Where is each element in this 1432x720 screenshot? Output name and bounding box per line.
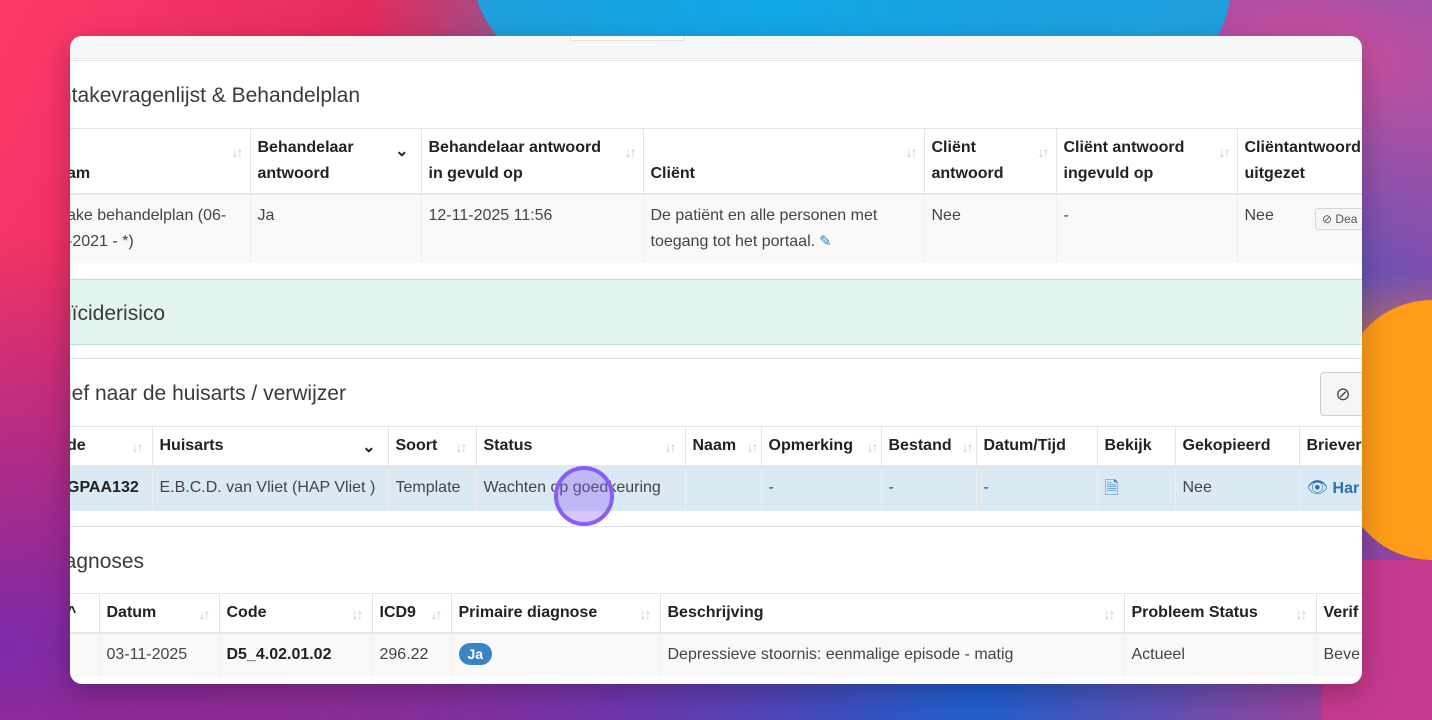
- sort-icon[interactable]: ↓↑: [665, 434, 677, 460]
- cell-client: De patiënt en alle personen met toegang t…: [643, 194, 925, 263]
- brief-title: rief naar de huisarts / verwijzer: [70, 382, 346, 405]
- cell-datum: 03-11-2025: [99, 633, 220, 676]
- cell-toggle: [70, 633, 100, 676]
- top-bar: [70, 36, 1362, 59]
- table-row[interactable]: ake behandelplan (06- -2021 - *) Ja 12-11…: [70, 194, 1362, 263]
- col-beschrijving[interactable]: Beschrijving ↓↑: [660, 593, 1125, 634]
- sort-icon[interactable]: ↓↑: [1104, 601, 1116, 627]
- col-icd9[interactable]: ICD9 ↓↑: [372, 593, 452, 634]
- cell-client-antwoord: Nee: [924, 194, 1057, 263]
- sort-icon[interactable]: ↓↑: [132, 434, 144, 460]
- col-soort[interactable]: Soort ↓↑: [388, 426, 477, 467]
- document-icon[interactable]: 🗎: [1105, 478, 1119, 498]
- col-huisarts[interactable]: Huisarts ⌄: [152, 426, 389, 467]
- diagnoses-title: iagnoses: [70, 550, 145, 573]
- brieven-link[interactable]: Har: [1333, 480, 1360, 497]
- cell-code: D5_4.02.01.02: [219, 633, 373, 676]
- cell-icd9: 296.22: [372, 633, 452, 676]
- block-icon: ⊘: [1335, 384, 1351, 404]
- col-verificatie[interactable]: Verif: [1316, 593, 1362, 634]
- chevron-down-icon[interactable]: ⌄: [395, 139, 408, 165]
- sort-icon[interactable]: ↓↑: [747, 434, 759, 460]
- primary-badge: Ja: [458, 643, 493, 665]
- eye-icon[interactable]: 👁: [1307, 478, 1329, 497]
- app-window: ntakevragenlijst & Behandelplan am↓↑ Beh…: [70, 36, 1362, 684]
- col-probleem-status[interactable]: Probleem Status ↓↑: [1124, 593, 1317, 634]
- cell-client-ingevuld: -: [1056, 194, 1238, 263]
- cell-ingevuld-op: 12-11-2025 11:56: [421, 194, 644, 263]
- table-row[interactable]: GPAA132 E.B.C.D. van Vliet (HAP Vliet ) …: [70, 466, 1362, 511]
- sort-icon[interactable]: ↓↑: [625, 139, 637, 165]
- cell-bekijk: 🗎: [1097, 466, 1176, 511]
- intake-header-row: am↓↑ Behandelaarantwoord⌄ Behandelaar an…: [70, 128, 1362, 195]
- cell-brieven: 👁 Har: [1299, 466, 1362, 511]
- cell-datum: -: [976, 466, 1098, 511]
- col-code[interactable]: de↓↑: [70, 426, 153, 467]
- col-naam[interactable]: Naam ↓↑: [685, 426, 762, 467]
- block-button[interactable]: ⊘: [1320, 372, 1362, 416]
- cell-soort: Template: [388, 466, 477, 511]
- col-datum-tijd[interactable]: Datum/Tijd: [976, 426, 1098, 467]
- col-opmerking[interactable]: Opmerking ↓↑: [761, 426, 882, 467]
- col-behandelaar-antwoord[interactable]: Behandelaar antwoord ⌄: [250, 128, 422, 195]
- sort-icon[interactable]: ↓↑: [232, 139, 244, 165]
- diagnoses-header-row: ^ Datum↓↑ Code↓↑ ICD9↓↑ Primaire diagnos…: [70, 593, 1362, 634]
- sort-icon[interactable]: ↓↑: [352, 601, 364, 627]
- col-client-uitgezet[interactable]: Cliëntantwoord uitgezet: [1237, 128, 1362, 195]
- cell-beschrijving: Depressieve stoornis: eenmalige episode …: [660, 633, 1125, 676]
- col-code[interactable]: Code ↓↑: [219, 593, 373, 634]
- cell-behandelaar-antwoord: Ja: [250, 194, 422, 263]
- col-naam[interactable]: am↓↑: [70, 128, 251, 195]
- cell-verificatie: Beve: [1316, 633, 1362, 676]
- col-client[interactable]: Cliënt ↓↑: [643, 128, 925, 195]
- col-bekijk[interactable]: Bekijk: [1097, 426, 1176, 467]
- col-client-antwoord[interactable]: Cliënt antwoord ↓↑: [924, 128, 1057, 195]
- sort-icon[interactable]: ↓↑: [1219, 139, 1231, 165]
- sort-icon[interactable]: ↓↑: [1038, 139, 1050, 165]
- cursor-highlight: [554, 466, 614, 526]
- col-bestand[interactable]: Bestand ↓↑: [881, 426, 977, 467]
- table-row[interactable]: 03-11-2025 D5_4.02.01.02 296.22 Ja Depre…: [70, 633, 1362, 676]
- intake-table: am↓↑ Behandelaarantwoord⌄ Behandelaar an…: [70, 128, 1362, 263]
- tab-stub: [570, 36, 684, 41]
- sort-icon[interactable]: ↓↑: [431, 601, 443, 627]
- col-primaire-diagnose[interactable]: Primaire diagnose ↓↑: [451, 593, 661, 634]
- sort-icon[interactable]: ↓↑: [867, 434, 879, 460]
- cell-gekopieerd: Nee: [1175, 466, 1300, 511]
- cell-naam: [685, 466, 762, 511]
- sort-icon[interactable]: ↓↑: [456, 434, 468, 460]
- cell-code: GPAA132: [70, 466, 153, 511]
- brief-table: de↓↑ Huisarts⌄ Soort↓↑ Status↓↑ Naam↓↑ O…: [70, 426, 1362, 511]
- cell-bestand: -: [881, 466, 977, 511]
- block-icon: ⊘: [1322, 212, 1333, 226]
- sort-icon[interactable]: ↓↑: [962, 434, 974, 460]
- cell-probleem-status: Actueel: [1124, 633, 1317, 676]
- intake-title: ntakevragenlijst & Behandelplan: [70, 84, 361, 107]
- pencil-icon[interactable]: ✎: [819, 233, 832, 250]
- chevron-up-icon[interactable]: ^: [70, 604, 76, 621]
- cell-primair: Ja: [451, 633, 661, 676]
- chevron-down-icon[interactable]: ⌄: [362, 435, 375, 461]
- col-brieven[interactable]: Briever: [1299, 426, 1362, 467]
- col-behandelaar-ingevuld[interactable]: Behandelaar antwoord in gevuld op ↓↑: [421, 128, 644, 195]
- sort-icon[interactable]: ↓↑: [640, 601, 652, 627]
- diagnoses-table: ^ Datum↓↑ Code↓↑ ICD9↓↑ Primaire diagnos…: [70, 593, 1362, 676]
- col-client-ingevuld[interactable]: Cliënt antwoord ingevuld op ↓↑: [1056, 128, 1238, 195]
- col-gekopieerd[interactable]: Gekopieerd: [1175, 426, 1300, 467]
- col-datum[interactable]: Datum ↓↑: [99, 593, 220, 634]
- cell-opmerking: -: [761, 466, 882, 511]
- col-status[interactable]: Status ↓↑: [476, 426, 686, 467]
- sort-icon[interactable]: ↓↑: [1296, 601, 1308, 627]
- sort-icon[interactable]: ↓↑: [199, 601, 211, 627]
- suicide-risk-panel[interactable]: [70, 279, 1362, 345]
- suicide-risk-title: uïciderisico: [70, 302, 166, 325]
- sort-icon[interactable]: ↓↑: [906, 139, 918, 165]
- brief-header-row: de↓↑ Huisarts⌄ Soort↓↑ Status↓↑ Naam↓↑ O…: [70, 426, 1362, 467]
- deactivate-button[interactable]: ⊘ Dea: [1315, 208, 1362, 230]
- col-toggle[interactable]: ^: [70, 593, 100, 634]
- cell-naam: ake behandelplan (06- -2021 - *): [70, 194, 251, 263]
- cell-huisarts: E.B.C.D. van Vliet (HAP Vliet ): [152, 466, 389, 511]
